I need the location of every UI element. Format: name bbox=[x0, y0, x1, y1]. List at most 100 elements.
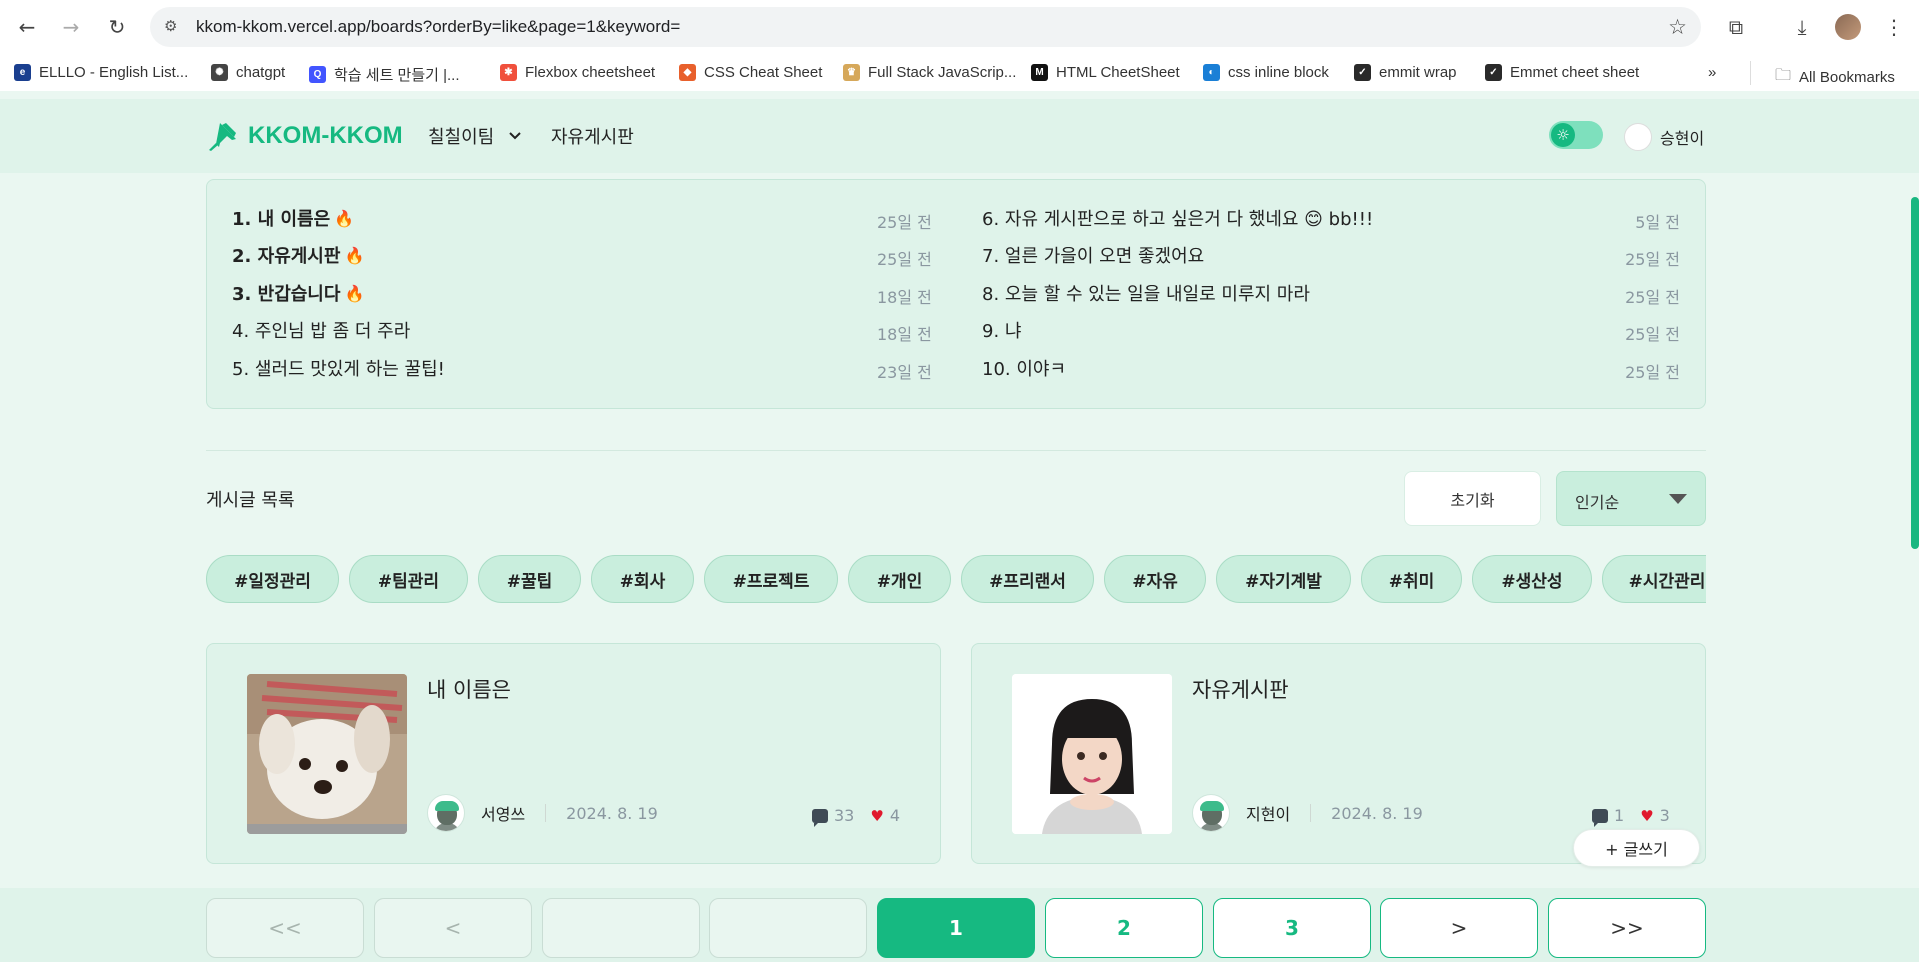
bookmarks-bar: » 🗀 All Bookmarks e ELLLO - English List.… bbox=[0, 55, 1919, 91]
bookmark-item[interactable]: ✓ Emmet cheet sheet bbox=[1485, 64, 1639, 81]
popular-post-date: 25일 전 bbox=[1625, 250, 1680, 269]
heart-icon: ♥ bbox=[870, 806, 884, 825]
menu-kebab-icon[interactable]: ⋮ bbox=[1880, 13, 1908, 41]
popular-post-title: 8. 오늘 할 수 있는 일을 내일로 미루지 마라 bbox=[982, 284, 1310, 305]
user-menu[interactable]: 승현이 bbox=[1624, 123, 1704, 151]
sun-icon: ☼ bbox=[1551, 123, 1575, 147]
tag-chip[interactable]: #팀관리 bbox=[349, 555, 468, 603]
post-card[interactable]: 내 이름은 서영쓰 2024. 8. 19 33 ♥ 4 bbox=[206, 643, 941, 864]
download-icon[interactable]: ⤓ bbox=[1788, 13, 1816, 41]
next-page-button[interactable]: > bbox=[1380, 898, 1538, 958]
address-bar[interactable]: ⚙ kkom-kkom.vercel.app/boards?orderBy=li… bbox=[150, 7, 1701, 47]
team-select[interactable]: 칠칠이팀 bbox=[428, 123, 522, 149]
tag-chip[interactable]: #프리랜서 bbox=[961, 555, 1094, 603]
prev-page-button[interactable]: < bbox=[374, 898, 532, 958]
popular-post-link[interactable]: 9. 냐 bbox=[982, 317, 1021, 343]
url-text[interactable]: kkom-kkom.vercel.app/boards?orderBy=like… bbox=[196, 17, 680, 37]
reload-icon[interactable]: ↻ bbox=[104, 14, 130, 40]
popular-post-link[interactable]: 5. 샐러드 맛있게 하는 꿀팁! bbox=[232, 355, 445, 381]
bookmark-item[interactable]: M HTML CheetSheet bbox=[1031, 64, 1180, 81]
popular-post-link[interactable]: 10. 이야ㅋ bbox=[982, 355, 1066, 381]
sort-select[interactable]: 인기순 bbox=[1556, 471, 1706, 526]
bookmark-label: chatgpt bbox=[236, 64, 286, 81]
popular-post-link[interactable]: 1. 내 이름은 🔥 bbox=[232, 205, 354, 231]
post-title[interactable]: 내 이름은 bbox=[427, 674, 511, 704]
site-info-icon[interactable]: ⚙ bbox=[164, 17, 184, 37]
post-meta: 서영쓰 2024. 8. 19 bbox=[427, 794, 658, 832]
popular-post-link[interactable]: 6. 자유 게시판으로 하고 싶은거 다 했네요 😊 bb!!! bbox=[982, 205, 1373, 231]
bookmark-item[interactable]: e ELLLO - English List... bbox=[14, 64, 188, 81]
tag-chip[interactable]: #생산성 bbox=[1472, 555, 1592, 603]
all-bookmarks-folder[interactable]: 🗀 All Bookmarks bbox=[1775, 64, 1895, 91]
bookmark-item[interactable]: ✺ chatgpt bbox=[211, 64, 285, 81]
bookmark-label: Full Stack JavaScrip... bbox=[868, 64, 1017, 81]
sort-label: 인기순 bbox=[1575, 493, 1620, 512]
page-button-1[interactable]: 1 bbox=[877, 898, 1035, 958]
caret-down-icon bbox=[1669, 494, 1687, 504]
page-placeholder bbox=[542, 898, 700, 958]
tag-chip[interactable]: #시간관리 bbox=[1602, 555, 1706, 603]
forward-icon[interactable]: → bbox=[58, 14, 84, 40]
post-title[interactable]: 자유게시판 bbox=[1192, 674, 1289, 704]
tag-chip[interactable]: #회사 bbox=[591, 555, 694, 603]
bookmark-favicon-icon: ◐ bbox=[1203, 64, 1220, 81]
tag-chip[interactable]: #자유 bbox=[1104, 555, 1206, 603]
bookmark-label: emmit wrap bbox=[1379, 64, 1457, 81]
tag-filter-bar: #일정관리 #팀관리 #꿀팁 #회사 #프로젝트 #개인 #프리랜서 #자유 #자기계발 #취미 #… bbox=[206, 555, 1706, 604]
popular-post-date: 18일 전 bbox=[877, 325, 932, 344]
extensions-icon[interactable]: ⧉ bbox=[1722, 13, 1750, 41]
bookmark-item[interactable]: ♛ Full Stack JavaScrip... bbox=[843, 64, 1016, 81]
bookmark-item[interactable]: ◐ css inline block bbox=[1203, 64, 1329, 81]
popular-post-link[interactable]: 7. 얼른 가을이 오면 좋겠어요 bbox=[982, 242, 1204, 268]
popular-post-date: 25일 전 bbox=[1625, 363, 1680, 382]
reset-button[interactable]: 초기화 bbox=[1404, 471, 1541, 526]
bookmark-star-icon[interactable]: ☆ bbox=[1668, 15, 1687, 39]
tag-chip[interactable]: #자기계발 bbox=[1216, 555, 1351, 603]
page-placeholder bbox=[709, 898, 867, 958]
popular-post-link[interactable]: 2. 자유게시판 🔥 bbox=[232, 242, 364, 268]
more-bookmarks-icon[interactable]: » bbox=[1708, 64, 1716, 81]
popular-post-title: 7. 얼른 가을이 오면 좋겠어요 bbox=[982, 246, 1205, 267]
nav-board-link[interactable]: 자유게시판 bbox=[551, 123, 634, 149]
popular-post-date: 25일 전 bbox=[1625, 288, 1680, 307]
popular-post-title: 2. 자유게시판 bbox=[232, 246, 341, 267]
bookmark-item[interactable]: Q 학습 세트 만들기 |... bbox=[309, 64, 460, 85]
theme-toggle[interactable]: ☼ bbox=[1549, 121, 1603, 149]
first-page-button[interactable]: << bbox=[206, 898, 364, 958]
author-name: 지현이 bbox=[1246, 805, 1291, 824]
bookmark-label: CSS Cheat Sheet bbox=[704, 64, 823, 81]
scrollbar[interactable] bbox=[1911, 197, 1919, 549]
write-post-button[interactable]: + 글쓰기 bbox=[1573, 829, 1700, 867]
bookmark-item[interactable]: ✓ emmit wrap bbox=[1354, 64, 1457, 81]
bookmark-item[interactable]: ◆ CSS Cheat Sheet bbox=[679, 64, 822, 81]
like-count: 3 bbox=[1659, 806, 1670, 825]
profile-avatar[interactable] bbox=[1835, 14, 1861, 40]
browser-toolbar: ← → ↻ ⚙ kkom-kkom.vercel.app/boards?orde… bbox=[0, 0, 1919, 55]
user-name: 승현이 bbox=[1660, 129, 1705, 148]
page-button-3[interactable]: 3 bbox=[1213, 898, 1371, 958]
bookmark-label: Emmet cheet sheet bbox=[1510, 64, 1640, 81]
tag-chip[interactable]: #개인 bbox=[848, 555, 951, 603]
bookmark-item[interactable]: ✱ Flexbox cheetsheet bbox=[500, 64, 655, 81]
fire-icon: 🔥 bbox=[344, 245, 365, 265]
folder-icon: 🗀 bbox=[1775, 67, 1792, 84]
tag-chip[interactable]: #취미 bbox=[1361, 555, 1462, 603]
tag-chip[interactable]: #일정관리 bbox=[206, 555, 339, 603]
comment-icon bbox=[1592, 808, 1608, 827]
meta-separator bbox=[1310, 804, 1312, 822]
page-button-2[interactable]: 2 bbox=[1045, 898, 1203, 958]
post-date: 2024. 8. 19 bbox=[1331, 803, 1423, 823]
popular-post-link[interactable]: 4. 주인님 밥 좀 더 주라 bbox=[232, 317, 410, 343]
popular-post-link[interactable]: 8. 오늘 할 수 있는 일을 내일로 미루지 마라 bbox=[982, 280, 1310, 306]
popular-post-date: 18일 전 bbox=[877, 288, 932, 307]
logo[interactable]: KKOM-KKOM bbox=[206, 119, 403, 153]
bookmark-favicon-icon: ✱ bbox=[500, 64, 517, 81]
popular-post-link[interactable]: 3. 반갑습니다 🔥 bbox=[232, 280, 364, 306]
bookmark-label: HTML CheetSheet bbox=[1056, 64, 1180, 81]
back-icon[interactable]: ← bbox=[14, 14, 40, 40]
last-page-button[interactable]: >> bbox=[1548, 898, 1706, 958]
tag-chip[interactable]: #프로젝트 bbox=[704, 555, 838, 603]
tag-chip[interactable]: #꿀팁 bbox=[478, 555, 581, 603]
bookmark-favicon-icon: e bbox=[14, 64, 31, 81]
fire-icon: 🔥 bbox=[344, 283, 365, 303]
